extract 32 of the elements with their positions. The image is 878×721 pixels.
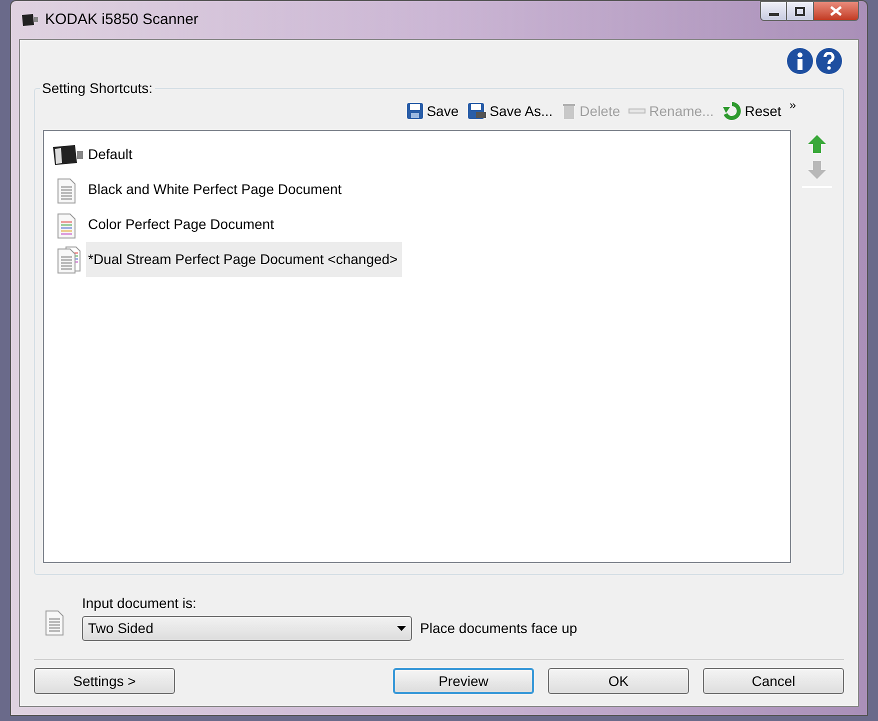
close-button[interactable] [813, 1, 859, 21]
rename-field-icon [628, 107, 646, 115]
toolbar-button[interactable]: Save As... [466, 100, 553, 122]
info-icon [796, 52, 804, 70]
reset-icon [722, 101, 742, 121]
toolbar-button[interactable]: Reset [722, 100, 782, 122]
input-hint: Place documents face up [420, 619, 578, 638]
scanner-icon [21, 13, 39, 27]
help-button[interactable] [816, 48, 842, 74]
input-label: Input document is: [82, 594, 198, 613]
dialog-button[interactable]: Settings > [34, 668, 175, 694]
help-icon [823, 52, 835, 70]
toolbar-button[interactable]: Save [406, 100, 459, 122]
scanner-icon [51, 142, 85, 166]
dialog-button[interactable]: OK [548, 668, 689, 694]
trash-can-icon [560, 102, 577, 120]
dialog-button[interactable]: Preview [393, 668, 534, 694]
shortcut-item[interactable]: Color Perfect Page Document [86, 207, 278, 242]
shortcut-item[interactable]: Default [86, 137, 136, 172]
dialog-button[interactable]: Cancel [703, 668, 844, 694]
dropdown-caret-icon [397, 626, 406, 631]
up-arrow-icon [807, 134, 828, 154]
overflow-chevron[interactable]: » [789, 96, 796, 114]
minimize-button[interactable] [760, 1, 787, 21]
down-arrow-icon [807, 160, 828, 180]
info-button[interactable] [787, 48, 813, 74]
shortcut-item[interactable]: *Dual Stream Perfect Page Document <changed> [86, 242, 402, 277]
window-title: KODAK i5850 Scanner [45, 10, 198, 30]
shortcut-item[interactable]: Black and White Perfect Page Document [86, 172, 346, 207]
close-icon [830, 6, 842, 16]
maximize-button[interactable] [787, 1, 813, 21]
input-dropdown[interactable]: Two Sided [82, 616, 412, 641]
